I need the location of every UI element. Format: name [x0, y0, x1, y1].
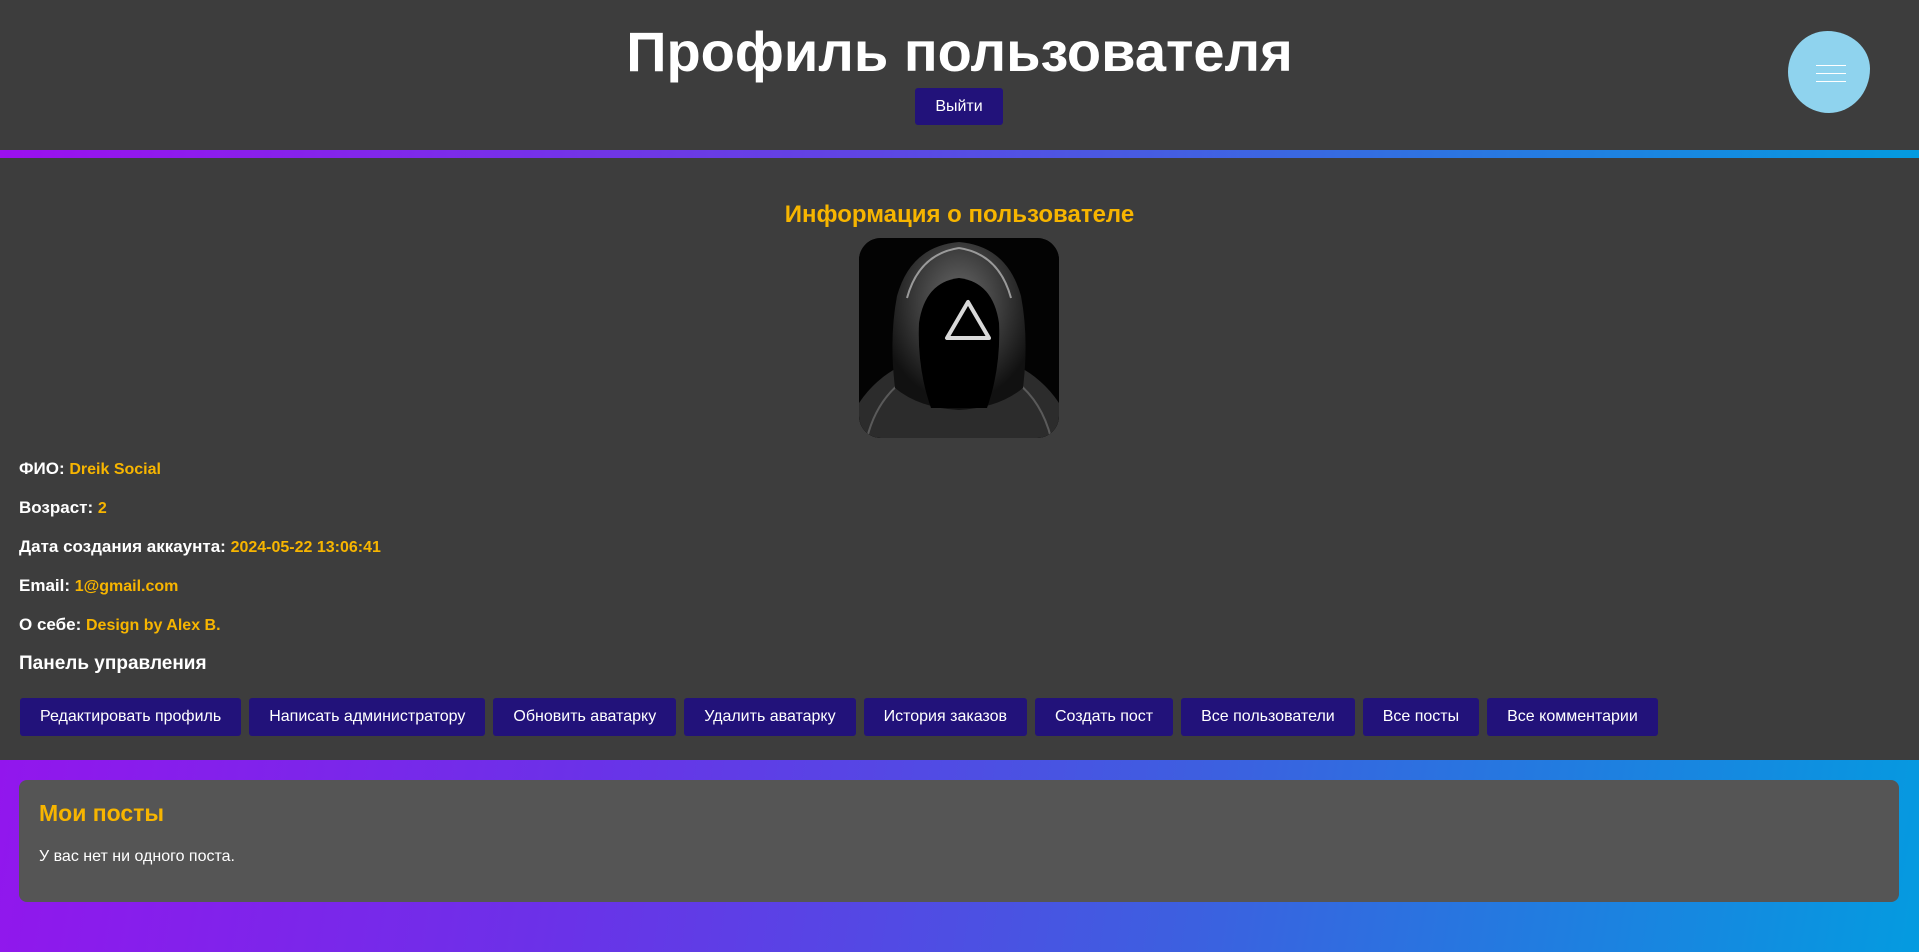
- my-posts-card: Мои посты У вас нет ни одного поста.: [19, 780, 1899, 902]
- page-header: Профиль пользователя Выйти: [0, 0, 1919, 150]
- all-users-button[interactable]: Все пользователи: [1181, 698, 1355, 736]
- info-label: О себе:: [19, 615, 82, 634]
- control-panel-title: Панель управления: [19, 653, 207, 674]
- info-row-email: Email: 1@gmail.com: [19, 575, 178, 598]
- menu-button[interactable]: [1788, 31, 1870, 113]
- info-value: Dreik Social: [69, 461, 161, 478]
- logout-button[interactable]: Выйти: [915, 88, 1003, 125]
- info-row-age: Возраст: 2: [19, 497, 107, 520]
- all-comments-button[interactable]: Все комментарии: [1487, 698, 1658, 736]
- info-label: Дата создания аккаунта:: [19, 537, 226, 556]
- control-panel-buttons: Редактировать профиль Написать администр…: [20, 698, 1658, 736]
- all-posts-button[interactable]: Все посты: [1362, 698, 1480, 736]
- info-row-created: Дата создания аккаунта: 2024-05-22 13:06…: [19, 536, 381, 559]
- create-post-button[interactable]: Создать пост: [1034, 698, 1174, 736]
- info-value: 2024-05-22 13:06:41: [230, 539, 381, 556]
- update-avatar-button[interactable]: Обновить аватарку: [493, 698, 677, 736]
- info-label: ФИО:: [19, 459, 65, 478]
- user-info-section: Информация о пользователе ФИО: Dreik Soc…: [0, 158, 1919, 760]
- info-value: 1@gmail.com: [74, 578, 179, 595]
- info-label: Email:: [19, 576, 71, 595]
- delete-avatar-button[interactable]: Удалить аватарку: [684, 698, 856, 736]
- posts-empty-message: У вас нет ни одного поста.: [39, 848, 235, 865]
- info-label: Возраст:: [19, 498, 94, 517]
- info-row-name: ФИО: Dreik Social: [19, 458, 161, 481]
- my-posts-title: Мои посты: [39, 800, 165, 826]
- header-divider: [0, 150, 1919, 158]
- info-row-about: О себе: Design by Alex B.: [19, 614, 221, 637]
- edit-profile-button[interactable]: Редактировать профиль: [20, 698, 242, 736]
- info-value: 2: [97, 500, 107, 517]
- page-title: Профиль пользователя: [626, 20, 1293, 83]
- avatar: [859, 238, 1059, 438]
- order-history-button[interactable]: История заказов: [863, 698, 1027, 736]
- message-admin-button[interactable]: Написать администратору: [249, 698, 486, 736]
- info-value: Design by Alex B.: [85, 617, 221, 634]
- hooded-figure-image: [859, 238, 1059, 438]
- section-title: Информация о пользователе: [784, 201, 1135, 228]
